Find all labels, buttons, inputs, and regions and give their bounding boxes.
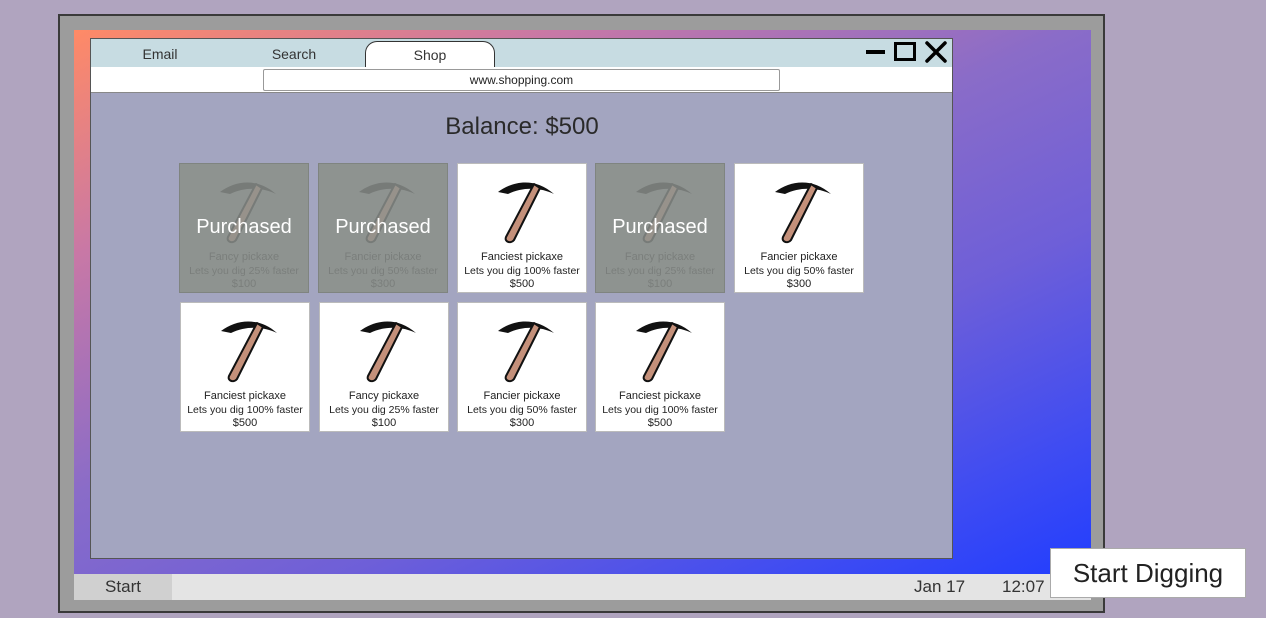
item-description: Lets you dig 50% faster — [328, 265, 438, 277]
pickaxe-icon — [498, 321, 554, 383]
tab-email[interactable]: Email — [115, 39, 205, 67]
item-price: $500 — [647, 417, 673, 429]
item-description: Lets you dig 25% faster — [329, 404, 439, 416]
address-bar: www.shopping.com — [91, 67, 952, 93]
item-price: $500 — [232, 417, 258, 429]
item-description: Lets you dig 100% faster — [187, 404, 303, 416]
shop-item-card[interactable]: Fancier pickaxe Lets you dig 50% faster $3… — [734, 163, 864, 293]
purchased-overlay: Purchased — [612, 216, 708, 238]
item-name: Fancier pickaxe — [483, 390, 561, 402]
item-price: $100 — [371, 417, 397, 429]
shop-item-card[interactable]: Fancier pickaxe Lets you dig 50% faster $3… — [318, 163, 448, 293]
item-name: Fancy pickaxe — [208, 251, 280, 263]
item-name: Fancier pickaxe — [344, 251, 422, 263]
purchased-overlay: Purchased — [335, 216, 431, 238]
balance-label: Balance: $500 — [445, 113, 599, 140]
shop-item-card[interactable]: Fanciest pickaxe Lets you dig 100% faster… — [457, 163, 587, 293]
shop-item-card[interactable]: Fancy pickaxe Lets you dig 25% faster $100… — [179, 163, 309, 293]
item-price: $300 — [370, 278, 396, 290]
close-icon[interactable] — [924, 40, 948, 64]
item-name: Fanciest pickaxe — [481, 251, 563, 263]
item-description: Lets you dig 100% faster — [464, 265, 580, 277]
pickaxe-icon — [775, 182, 831, 244]
maximize-icon[interactable] — [894, 42, 916, 61]
shop-item-card[interactable]: Fanciest pickaxe Lets you dig 100% faster… — [180, 302, 310, 432]
pickaxe-icon — [636, 321, 692, 383]
item-price: $100 — [647, 278, 673, 290]
start-digging-button[interactable]: Start Digging — [1050, 548, 1246, 598]
item-name: Fanciest pickaxe — [204, 390, 286, 402]
start-button[interactable]: Start — [74, 574, 172, 600]
minimize-icon[interactable] — [866, 50, 885, 54]
browser-window: Email Search Shop www.shopping.com Balan… — [90, 38, 953, 559]
pickaxe-icon — [360, 321, 416, 383]
shop-item-card[interactable]: Fancy pickaxe Lets you dig 25% faster $100 — [319, 302, 449, 432]
tab-search[interactable]: Search — [249, 39, 339, 67]
item-price: $300 — [509, 417, 535, 429]
item-price: $100 — [231, 278, 257, 290]
item-name: Fancy pickaxe — [624, 251, 696, 263]
shop-item-card[interactable]: Fanciest pickaxe Lets you dig 100% faster… — [595, 302, 725, 432]
shop-item-card[interactable]: Fancier pickaxe Lets you dig 50% faster $3… — [457, 302, 587, 432]
monitor-frame: Email Search Shop www.shopping.com Balan… — [58, 14, 1105, 613]
url-field[interactable]: www.shopping.com — [263, 69, 780, 91]
pickaxe-icon — [498, 182, 554, 244]
taskbar: Start Jan 17 12:07 — [74, 574, 1091, 600]
item-description: Lets you dig 100% faster — [602, 404, 718, 416]
taskbar-date: Jan 17 — [914, 577, 966, 596]
tab-shop[interactable]: Shop — [365, 41, 495, 67]
item-description: Lets you dig 50% faster — [467, 404, 577, 416]
taskbar-clock: 12:07 — [1002, 577, 1045, 596]
item-description: Lets you dig 50% faster — [744, 265, 854, 277]
desktop: Email Search Shop www.shopping.com Balan… — [74, 30, 1091, 588]
item-name: Fancier pickaxe — [760, 251, 838, 263]
pickaxe-icon — [221, 321, 277, 383]
item-description: Lets you dig 25% faster — [189, 265, 299, 277]
purchased-overlay: Purchased — [196, 216, 292, 238]
item-price: $500 — [509, 278, 535, 290]
shop-item-card[interactable]: Fancy pickaxe Lets you dig 25% faster $100… — [595, 163, 725, 293]
item-name: Fancy pickaxe — [348, 390, 420, 402]
item-description: Lets you dig 25% faster — [605, 265, 715, 277]
item-name: Fanciest pickaxe — [619, 390, 701, 402]
tab-bar: Email Search Shop — [91, 39, 952, 67]
item-price: $300 — [786, 278, 812, 290]
